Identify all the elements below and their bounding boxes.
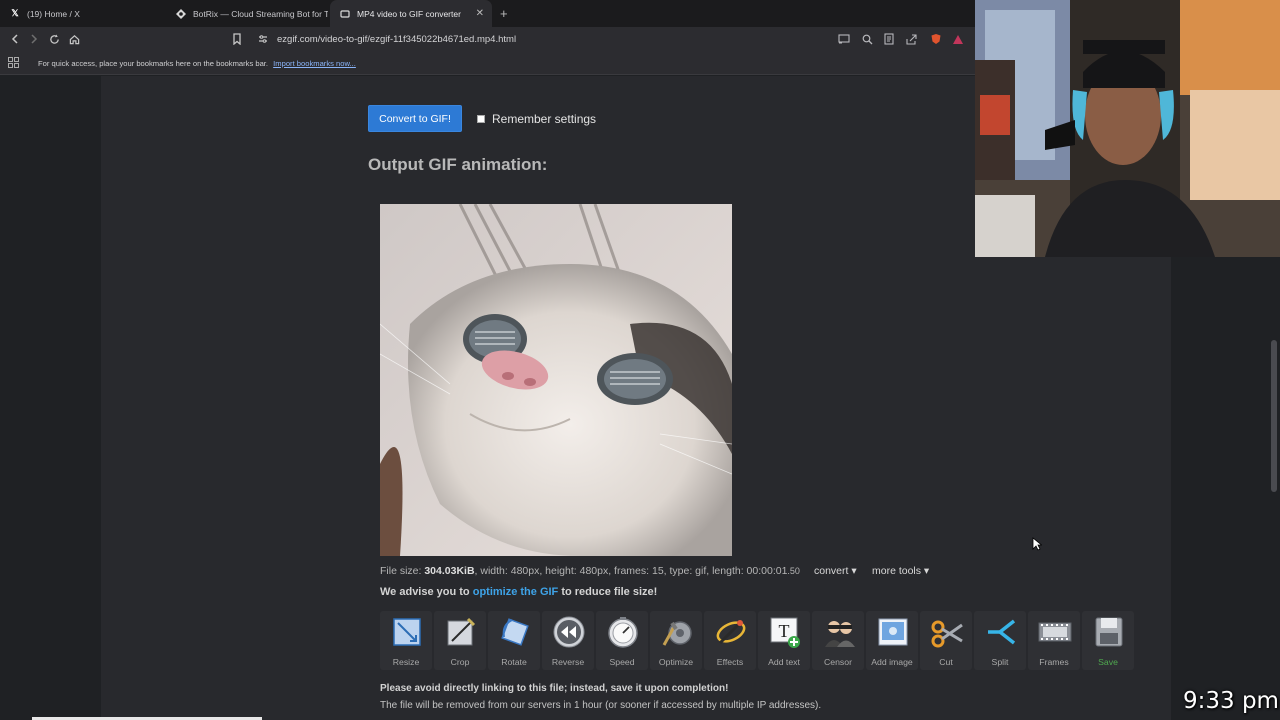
tool-cut[interactable]: Cut — [920, 611, 972, 670]
convert-dropdown[interactable]: convert ▾ — [814, 565, 857, 577]
censor-icon — [825, 621, 855, 647]
new-tab-button[interactable]: + — [500, 6, 508, 21]
reader-icon[interactable] — [883, 33, 895, 45]
output-title: Output GIF animation: — [368, 155, 548, 174]
browser-toolbar: ezgif.com/video-to-gif/ezgif-11f345022b4… — [0, 27, 975, 52]
speed-icon — [608, 617, 638, 648]
add-text-icon: T — [770, 617, 800, 648]
tool-save[interactable]: Save — [1082, 611, 1134, 670]
reverse-icon — [553, 616, 585, 648]
tab-strip: 𝕏 (19) Home / X BotRix — Cloud Streaming… — [0, 0, 975, 27]
crop-icon — [447, 617, 476, 646]
frames-icon — [1038, 622, 1072, 642]
close-tab-icon[interactable]: ✕ — [476, 8, 484, 19]
tab-title: BotRix — Cloud Streaming Bot for Tw — [193, 8, 328, 19]
remember-settings-checkbox[interactable] — [477, 115, 485, 123]
svg-text:T: T — [779, 621, 790, 641]
tool-add-image[interactable]: Add image — [866, 611, 918, 670]
tab-x-home[interactable]: 𝕏 (19) Home / X — [0, 0, 165, 27]
tool-speed[interactable]: Speed — [596, 611, 648, 670]
zoom-icon[interactable] — [861, 33, 873, 45]
tool-effects[interactable]: Effects — [704, 611, 756, 670]
x-logo-icon: 𝕏 — [11, 8, 19, 18]
tool-add-text[interactable]: T Add text — [758, 611, 810, 670]
import-bookmarks-link[interactable]: Import bookmarks now... — [273, 59, 356, 68]
apps-grid-icon[interactable] — [8, 57, 19, 71]
scrollbar-thumb[interactable] — [1271, 340, 1277, 492]
tab-title: (19) Home / X — [27, 8, 80, 19]
split-icon — [988, 619, 1016, 645]
effects-icon — [716, 620, 746, 645]
convert-to-gif-button[interactable]: Convert to GIF! — [368, 105, 462, 132]
mouse-cursor-icon — [1032, 537, 1042, 551]
optimize-icon — [662, 621, 692, 646]
share-icon[interactable] — [906, 33, 918, 45]
botrix-icon — [176, 8, 186, 19]
home-icon[interactable] — [67, 32, 81, 46]
rewards-icon[interactable] — [952, 33, 964, 45]
file-info: File size: 304.03KiB, width: 480px, heig… — [380, 565, 800, 577]
cut-icon — [931, 620, 963, 648]
reload-icon[interactable] — [47, 32, 61, 46]
tab-botrix[interactable]: BotRix — Cloud Streaming Bot for Tw — [166, 0, 328, 27]
file-length-decimals: .50 — [787, 566, 800, 576]
remember-settings-label[interactable]: Remember settings — [492, 112, 596, 126]
removal-notice: The file will be removed from our server… — [380, 700, 822, 711]
optimize-gif-link[interactable]: optimize the GIF — [473, 586, 559, 598]
rotate-icon — [501, 618, 529, 646]
bookmarks-bar: For quick access, place your bookmarks h… — [0, 52, 975, 75]
brave-shield-icon[interactable] — [930, 33, 942, 45]
more-tools-dropdown[interactable]: more tools ▾ — [872, 565, 929, 577]
tool-rotate[interactable]: Rotate — [488, 611, 540, 670]
add-image-icon — [878, 618, 908, 646]
site-info-icon[interactable] — [256, 32, 270, 46]
address-bar[interactable]: ezgif.com/video-to-gif/ezgif-11f345022b4… — [277, 34, 516, 45]
tool-split[interactable]: Split — [974, 611, 1026, 670]
save-icon — [1095, 617, 1123, 647]
bookmark-icon[interactable] — [230, 32, 244, 46]
tool-frames[interactable]: Frames — [1028, 611, 1080, 670]
tool-resize[interactable]: Resize — [380, 611, 432, 670]
bookmarks-message: For quick access, place your bookmarks h… — [38, 59, 269, 68]
tool-optimize[interactable]: Optimize — [650, 611, 702, 670]
tool-crop[interactable]: Crop — [434, 611, 486, 670]
cat-gif-image — [380, 204, 732, 556]
clock-overlay: 9:33 pm — [1183, 688, 1279, 714]
tool-reverse[interactable]: Reverse — [542, 611, 594, 670]
file-size: 304.03KiB — [424, 565, 475, 577]
webcam-overlay — [975, 0, 1280, 257]
optimize-advice: We advise you to optimize the GIF to red… — [380, 586, 658, 598]
linking-notice: Please avoid directly linking to this fi… — [380, 683, 729, 694]
forward-icon[interactable] — [27, 32, 41, 46]
back-icon[interactable] — [8, 32, 22, 46]
ezgif-icon — [340, 9, 350, 19]
tab-ezgif[interactable]: MP4 video to GIF converter ✕ — [330, 0, 492, 27]
tool-censor[interactable]: Censor — [812, 611, 864, 670]
cast-icon[interactable] — [838, 33, 850, 45]
tab-title: MP4 video to GIF converter — [357, 8, 461, 19]
file-details: , width: 480px, height: 480px, frames: 1… — [474, 565, 788, 577]
resize-icon — [393, 618, 421, 646]
